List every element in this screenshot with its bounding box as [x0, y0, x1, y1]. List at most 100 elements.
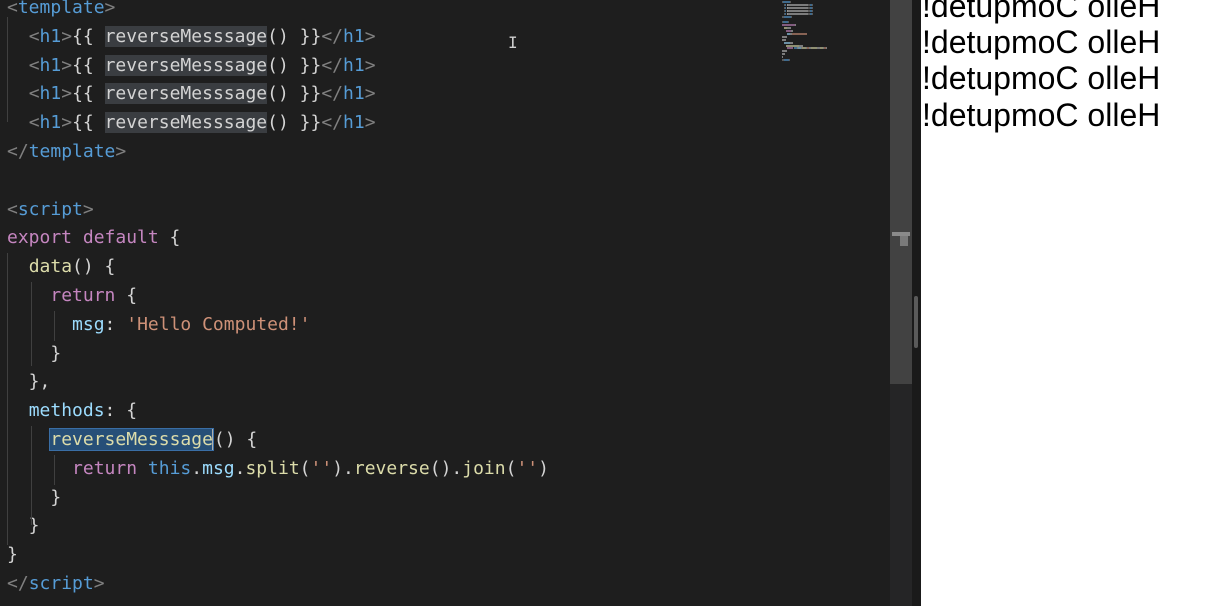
code-token: () }} [267, 83, 322, 105]
code-line[interactable]: <h1>{{ reverseMesssage() }}</h1> [7, 109, 549, 138]
code-line[interactable]: data() { [7, 253, 549, 282]
code-token: > [82, 198, 94, 220]
editor-scrollbar-thumb[interactable] [890, 0, 912, 384]
code-line[interactable]: <h1>{{ reverseMesssage() }}</h1> [7, 52, 549, 81]
code-token: { [158, 227, 181, 249]
code-token: {{ [72, 83, 105, 105]
code-token: script [17, 198, 83, 220]
code-token: h1 [39, 25, 62, 47]
code-token: h1 [343, 83, 365, 105]
minimap[interactable] [780, 0, 890, 62]
minimap-line [811, 9, 813, 12]
minimap-line [788, 21, 790, 24]
code-editor[interactable]: <template> <h1>{{ reverseMesssage() }}</… [0, 0, 915, 606]
code-token: methods [28, 400, 105, 422]
preview-heading: !detupmoC olleH [922, 97, 1161, 133]
code-line[interactable]: <template> [7, 0, 549, 23]
code-line[interactable]: <h1>{{ reverseMesssage() }}</h1> [7, 80, 549, 109]
code-line[interactable]: </script> [7, 570, 549, 599]
code-token: {{ [72, 112, 105, 134]
indent-guide [31, 426, 32, 525]
code-token: h1 [343, 112, 365, 134]
code-line[interactable] [7, 167, 549, 196]
code-token: {{ [72, 25, 105, 47]
minimap-line [791, 32, 808, 35]
code-token: template [17, 0, 105, 18]
code-line[interactable]: }, [7, 368, 549, 397]
code-line[interactable]: return { [7, 282, 549, 311]
minimap-line [790, 3, 804, 6]
minimap-line [782, 35, 787, 38]
code-token: split [245, 457, 300, 479]
code-token: < [28, 25, 40, 47]
code-token: > [61, 25, 73, 47]
code-line[interactable]: msg: 'Hello Computed!' [7, 311, 549, 340]
code-token: > [364, 54, 376, 76]
code-token: < [7, 0, 18, 18]
minimap-line [799, 44, 803, 47]
minimap-line [782, 50, 787, 53]
code-line[interactable]: reverseMesssage() { [7, 426, 549, 455]
code-token: < [28, 112, 40, 134]
code-token: > [364, 25, 376, 47]
minimap-line [782, 24, 795, 27]
splitter-handle[interactable] [914, 296, 918, 348]
code-line[interactable]: methods: { [7, 397, 549, 426]
code-token: </ [7, 572, 29, 594]
code-token: : [104, 313, 127, 335]
code-line[interactable]: } [7, 541, 549, 570]
code-token: msg [202, 457, 235, 479]
minimap-line [787, 47, 793, 50]
code-token: . [191, 457, 203, 479]
minimap-line [790, 6, 804, 9]
minimap-line [783, 15, 791, 18]
code-token: reverseMesssage [104, 83, 268, 105]
code-line[interactable]: } [7, 512, 549, 541]
minimap-line [782, 38, 786, 41]
code-token: > [93, 572, 105, 594]
code-token: () }} [267, 25, 322, 47]
code-token: h1 [343, 54, 365, 76]
code-token: export default [7, 227, 159, 249]
code-line[interactable]: return this.msg.split('').reverse().join… [7, 455, 549, 484]
code-line[interactable]: <script> [7, 196, 549, 225]
code-token: > [115, 140, 127, 162]
code-token: . [234, 457, 246, 479]
minimap-line [787, 27, 791, 30]
code-line[interactable]: </template> [7, 138, 549, 167]
code-line[interactable]: export default { [7, 224, 549, 253]
code-token: msg [72, 313, 105, 335]
code-token: { [115, 284, 138, 306]
code-token: </ [321, 25, 344, 47]
minimap-line [789, 59, 791, 61]
code-line[interactable]: <h1>{{ reverseMesssage() }}</h1> [7, 23, 549, 52]
indent-guide [54, 455, 55, 485]
code-token: h1 [39, 112, 62, 134]
preview-heading: !detupmoC olleH [922, 60, 1161, 96]
code-area[interactable]: <template> <h1>{{ reverseMesssage() }}</… [7, 0, 549, 599]
code-line[interactable]: } [7, 484, 549, 513]
minimap-line [811, 3, 813, 6]
preview-heading: !detupmoC olleH [922, 24, 1161, 60]
minimap-line [811, 6, 813, 9]
code-token: reverseMesssage [104, 112, 268, 134]
code-token: reverseMesssage [49, 427, 214, 451]
code-token: '' [310, 457, 333, 479]
code-token: </ [321, 112, 344, 134]
code-line[interactable]: } [7, 340, 549, 369]
code-token: reverse [353, 457, 430, 479]
code-token: () }} [267, 112, 322, 134]
code-token: h1 [39, 54, 62, 76]
code-token: return [72, 457, 138, 479]
minimap-line [790, 41, 793, 44]
code-token: h1 [343, 25, 365, 47]
preview-heading: !detupmoC olleH [922, 0, 1161, 24]
code-token: ( [299, 457, 311, 479]
code-token: '' [516, 457, 539, 479]
code-token: </ [321, 83, 344, 105]
